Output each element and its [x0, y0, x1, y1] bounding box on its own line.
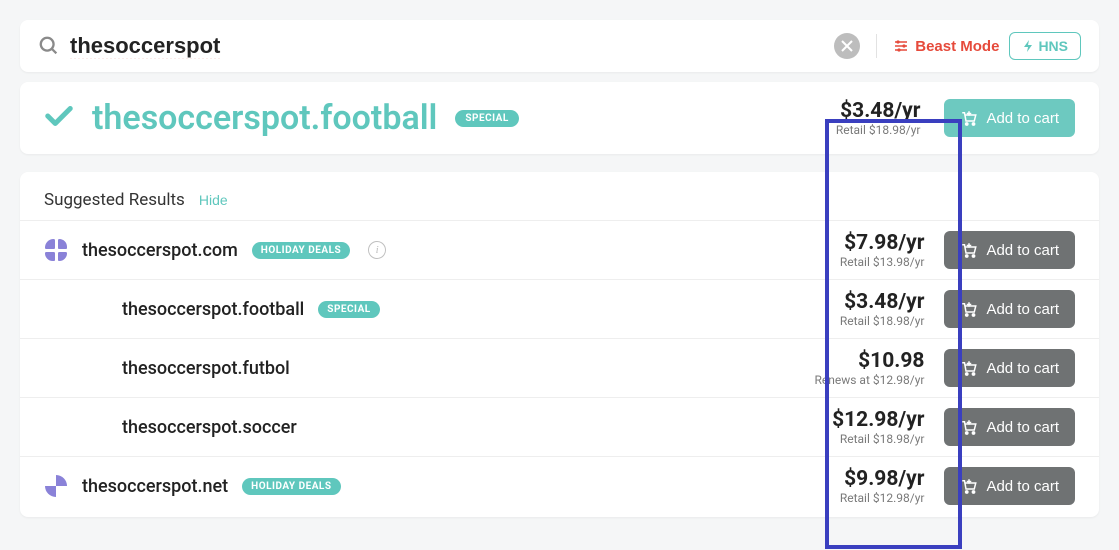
result-price: $9.98/yrRetail $12.98/yr	[840, 467, 931, 505]
search-input[interactable]	[70, 33, 824, 59]
add-to-cart-label: Add to cart	[986, 301, 1059, 318]
page-wrap: Beast Mode HNS thesoccerspot.football SP…	[20, 20, 1099, 517]
price-main: $3.48/yr	[836, 99, 921, 123]
hns-label: HNS	[1038, 38, 1068, 54]
divider	[876, 34, 877, 58]
special-badge: SPECIAL	[455, 110, 518, 127]
search-bar: Beast Mode HNS	[20, 20, 1099, 72]
result-domain[interactable]: thesoccerspot.football	[122, 299, 304, 320]
cart-icon	[960, 300, 978, 318]
suggested-results: Suggested Results Hide thesoccerspot.com…	[20, 172, 1099, 517]
result-price: $12.98/yrRetail $18.98/yr	[832, 408, 930, 446]
featured-domain[interactable]: thesoccerspot.football	[92, 98, 437, 138]
result-domain[interactable]: thesoccerspot.futbol	[122, 358, 290, 379]
cart-icon	[960, 418, 978, 436]
hide-button[interactable]: Hide	[199, 192, 228, 208]
deal-badge: HOLIDAY DEALS	[242, 478, 340, 495]
suggested-header: Suggested Results Hide	[20, 172, 1099, 220]
add-to-cart-label: Add to cart	[986, 360, 1059, 377]
result-domain[interactable]: thesoccerspot.soccer	[122, 417, 297, 438]
twirl-icon	[44, 475, 68, 497]
bolt-icon	[1022, 40, 1034, 52]
beast-mode-button[interactable]: Beast Mode	[893, 38, 999, 55]
hns-button[interactable]: HNS	[1009, 32, 1081, 60]
price-main: $9.98/yr	[840, 467, 925, 491]
price-retail: Retail $12.98/yr	[840, 491, 925, 505]
cart-icon	[960, 359, 978, 377]
add-to-cart-button[interactable]: Add to cart	[944, 231, 1075, 269]
beast-mode-label: Beast Mode	[915, 38, 999, 55]
price-retail: Retail $13.98/yr	[840, 255, 925, 269]
price-retail: Retail $18.98/yr	[840, 314, 925, 328]
result-domain[interactable]: thesoccerspot.net	[82, 476, 228, 497]
add-to-cart-label: Add to cart	[986, 242, 1059, 259]
add-to-cart-button[interactable]: Add to cart	[944, 467, 1075, 505]
add-to-cart-button[interactable]: Add to cart	[944, 408, 1075, 446]
check-icon	[44, 101, 74, 135]
cart-icon	[960, 477, 978, 495]
search-icon	[38, 35, 60, 57]
deal-badge: HOLIDAY DEALS	[252, 242, 350, 259]
featured-price: $3.48/yr Retail $18.98/yr	[836, 99, 927, 137]
cart-icon	[960, 241, 978, 259]
price-retail: Retail $18.98/yr	[836, 123, 921, 137]
add-to-cart-button[interactable]: Add to cart	[944, 99, 1075, 137]
result-row: thesoccerspot.soccer $12.98/yrRetail $18.…	[20, 397, 1099, 456]
result-row: thesoccerspot.futbol $10.98Renews at $12.…	[20, 338, 1099, 397]
cart-icon	[960, 109, 978, 127]
price-main: $3.48/yr	[840, 290, 925, 314]
add-to-cart-button[interactable]: Add to cart	[944, 349, 1075, 387]
price-main: $12.98/yr	[832, 408, 924, 432]
add-to-cart-label: Add to cart	[986, 478, 1059, 495]
result-row: thesoccerspot.com HOLIDAY DEALS i $7.98/yrR…	[20, 220, 1099, 279]
result-price: $7.98/yrRetail $13.98/yr	[840, 231, 931, 269]
add-to-cart-label: Add to cart	[986, 110, 1059, 127]
result-price: $10.98Renews at $12.98/yr	[815, 349, 931, 387]
result-row: thesoccerspot.net HOLIDAY DEALS $9.98/yrRe…	[20, 456, 1099, 515]
price-retail: Renews at $12.98/yr	[815, 373, 925, 387]
suggested-title: Suggested Results	[44, 190, 185, 210]
price-retail: Retail $18.98/yr	[832, 432, 924, 446]
globe-icon	[44, 239, 68, 261]
deal-badge: SPECIAL	[318, 301, 379, 318]
price-main: $7.98/yr	[840, 231, 925, 255]
result-domain[interactable]: thesoccerspot.com	[82, 240, 238, 261]
add-to-cart-label: Add to cart	[986, 419, 1059, 436]
result-row: thesoccerspot.football SPECIAL $3.48/yrRet…	[20, 279, 1099, 338]
close-icon	[841, 40, 853, 52]
featured-result: thesoccerspot.football SPECIAL $3.48/yr …	[20, 82, 1099, 154]
info-icon[interactable]: i	[368, 241, 386, 259]
result-price: $3.48/yrRetail $18.98/yr	[840, 290, 931, 328]
price-main: $10.98	[815, 349, 925, 373]
add-to-cart-button[interactable]: Add to cart	[944, 290, 1075, 328]
sliders-icon	[893, 38, 909, 54]
clear-search-button[interactable]	[834, 33, 860, 59]
